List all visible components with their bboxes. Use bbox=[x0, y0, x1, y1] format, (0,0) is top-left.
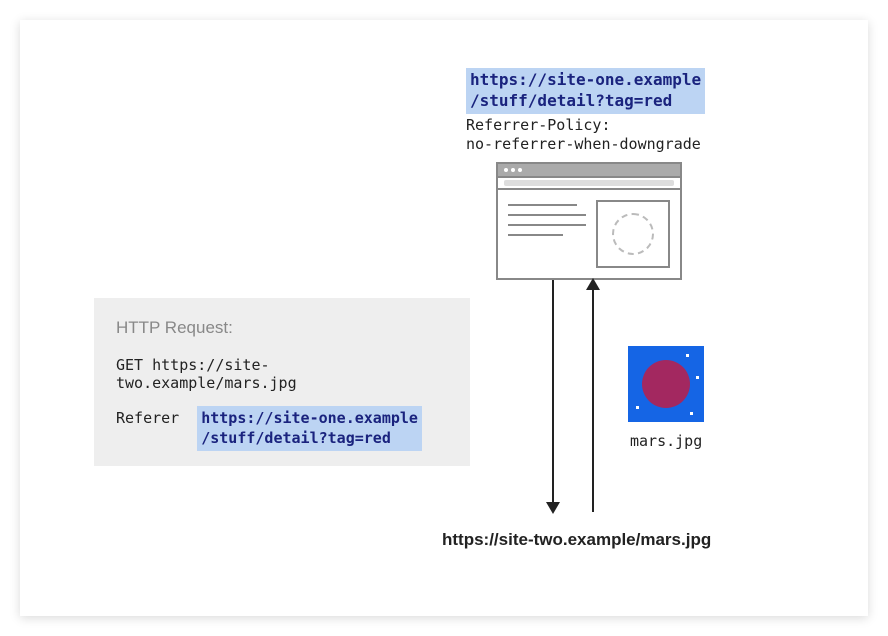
browser-urlbar bbox=[498, 178, 680, 190]
http-get-line: GET https://site-two.example/mars.jpg bbox=[116, 356, 448, 392]
http-request-box: HTTP Request: GET https://site-two.examp… bbox=[94, 298, 470, 466]
browser-body bbox=[498, 190, 680, 276]
http-referer-row: Referer https://site-one.example /stuff/… bbox=[116, 406, 448, 451]
browser-text-lines-icon bbox=[508, 200, 586, 266]
http-request-title: HTTP Request: bbox=[116, 318, 448, 338]
site-two-url-label: https://site-two.example/mars.jpg bbox=[442, 530, 711, 550]
browser-window-icon bbox=[496, 162, 682, 280]
star-icon bbox=[686, 354, 689, 357]
arrow-up-icon bbox=[592, 280, 594, 512]
browser-titlebar bbox=[498, 164, 680, 178]
http-referer-label: Referer bbox=[116, 406, 179, 427]
dashed-circle-icon bbox=[612, 213, 654, 255]
site-one-url-highlight: https://site-one.example /stuff/detail?t… bbox=[466, 68, 705, 114]
mars-image-icon bbox=[628, 346, 704, 422]
arrow-down-icon bbox=[552, 280, 554, 512]
diagram-canvas: https://site-one.example /stuff/detail?t… bbox=[20, 20, 868, 616]
star-icon bbox=[696, 376, 699, 379]
http-referer-value-highlight: https://site-one.example /stuff/detail?t… bbox=[197, 406, 422, 451]
mars-filename-label: mars.jpg bbox=[630, 432, 702, 450]
star-icon bbox=[690, 412, 693, 415]
mars-planet-icon bbox=[642, 360, 690, 408]
star-icon bbox=[636, 406, 639, 409]
referrer-policy-text: Referrer-Policy: no-referrer-when-downgr… bbox=[466, 116, 701, 154]
browser-window-controls-icon bbox=[504, 168, 522, 172]
browser-image-placeholder bbox=[596, 200, 670, 268]
